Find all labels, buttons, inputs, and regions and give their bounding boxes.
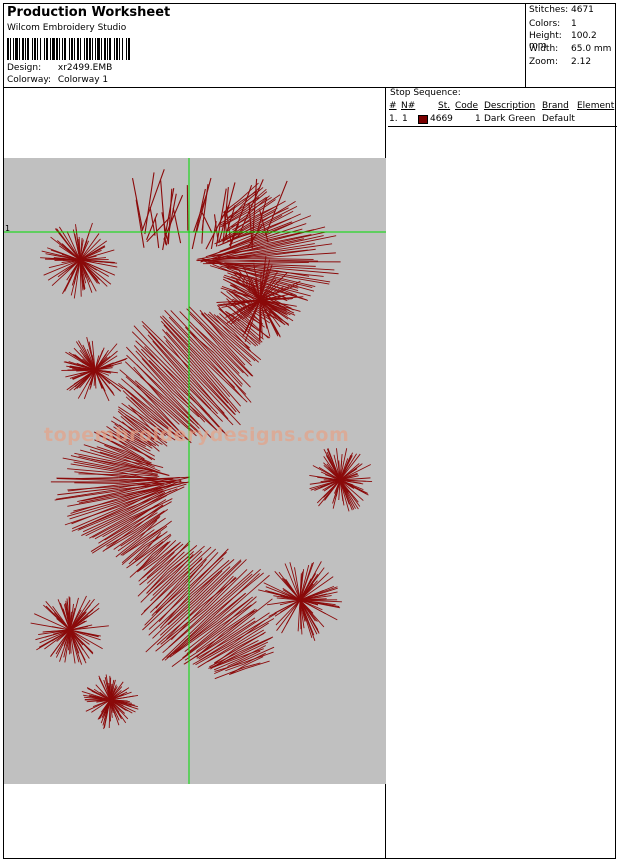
crosshair-label: 1 xyxy=(5,224,10,233)
watermark-text: topembroiderydesigns.com xyxy=(44,424,350,446)
dragon-embroidery-image xyxy=(30,169,373,730)
